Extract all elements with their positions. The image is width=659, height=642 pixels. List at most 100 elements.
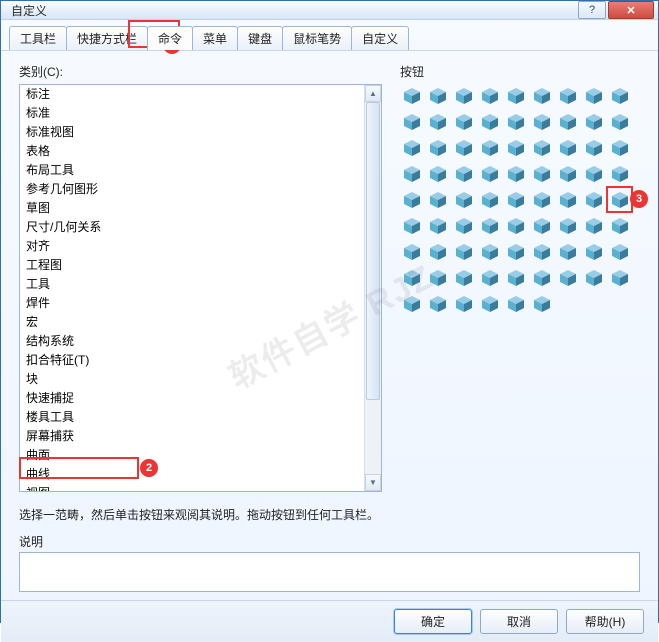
tool-41-icon[interactable] <box>504 188 528 212</box>
tool-48-icon[interactable] <box>452 214 476 238</box>
list-item[interactable]: 参考几何图形 <box>20 180 364 199</box>
tab-4[interactable]: 键盘 <box>237 26 283 50</box>
tool-36-icon[interactable] <box>608 162 632 186</box>
tool-3-icon[interactable] <box>452 84 476 108</box>
tool-22-icon[interactable] <box>478 136 502 160</box>
tool-46-icon[interactable] <box>400 214 424 238</box>
tool-28-icon[interactable] <box>400 162 424 186</box>
tool-23-icon[interactable] <box>504 136 528 160</box>
list-item[interactable]: 快速捕捉 <box>20 389 364 408</box>
tool-5-icon[interactable] <box>504 84 528 108</box>
tool-19-icon[interactable] <box>400 136 424 160</box>
tool-61-icon[interactable] <box>556 240 580 264</box>
tool-26-icon[interactable] <box>582 136 606 160</box>
list-item[interactable]: 标注 <box>20 85 364 104</box>
ok-button[interactable]: 确定 <box>394 609 472 634</box>
list-item[interactable]: 块 <box>20 370 364 389</box>
list-item[interactable]: 标准 <box>20 104 364 123</box>
tab-2[interactable]: 命令 <box>147 26 193 50</box>
scroll-thumb[interactable] <box>366 102 380 400</box>
list-item[interactable]: 视图 <box>20 484 364 491</box>
list-item[interactable]: 扣合特征(T) <box>20 351 364 370</box>
list-item[interactable]: 曲线 <box>20 465 364 484</box>
scroll-down-icon[interactable]: ▼ <box>365 474 381 491</box>
list-item[interactable]: 楼具工具 <box>20 408 364 427</box>
tool-16-icon[interactable] <box>556 110 580 134</box>
tool-7-icon[interactable] <box>556 84 580 108</box>
tool-8-icon[interactable] <box>582 84 606 108</box>
help-button[interactable]: ? <box>578 1 606 19</box>
tool-75-icon[interactable] <box>452 292 476 316</box>
cancel-button[interactable]: 取消 <box>480 609 558 634</box>
tool-35-icon[interactable] <box>582 162 606 186</box>
tool-50-icon[interactable] <box>504 214 528 238</box>
tool-9-icon[interactable] <box>608 84 632 108</box>
tool-24-icon[interactable] <box>530 136 554 160</box>
scrollbar[interactable]: ▲ ▼ <box>364 85 381 491</box>
list-item[interactable]: 标准视图 <box>20 123 364 142</box>
tool-78-icon[interactable] <box>530 292 554 316</box>
tool-20-icon[interactable] <box>426 136 450 160</box>
tool-69-icon[interactable] <box>530 266 554 290</box>
tool-63-icon[interactable] <box>608 240 632 264</box>
list-item[interactable]: 表格 <box>20 142 364 161</box>
list-item[interactable]: 草图 <box>20 199 364 218</box>
list-item[interactable]: 布局工具 <box>20 161 364 180</box>
tool-12-icon[interactable] <box>452 110 476 134</box>
list-item[interactable]: 宏 <box>20 313 364 332</box>
tool-25-icon[interactable] <box>556 136 580 160</box>
tool-51-icon[interactable] <box>530 214 554 238</box>
tool-55-icon[interactable] <box>400 240 424 264</box>
tool-54-icon[interactable] <box>608 214 632 238</box>
tool-52-icon[interactable] <box>556 214 580 238</box>
categories-listbox[interactable]: 标注标准标准视图表格布局工具参考几何图形草图尺寸/几何关系对齐工程图工具焊件宏结… <box>19 84 382 492</box>
list-item[interactable]: 曲面 <box>20 446 364 465</box>
tool-17-icon[interactable] <box>582 110 606 134</box>
tab-6[interactable]: 自定义 <box>351 26 409 50</box>
list-item[interactable]: 工具 <box>20 275 364 294</box>
tool-14-icon[interactable] <box>504 110 528 134</box>
tool-43-icon[interactable] <box>556 188 580 212</box>
tool-21-icon[interactable] <box>452 136 476 160</box>
tool-44-icon[interactable] <box>582 188 606 212</box>
list-item[interactable]: 对齐 <box>20 237 364 256</box>
tool-65-icon[interactable] <box>426 266 450 290</box>
tool-18-icon[interactable] <box>608 110 632 134</box>
tool-72-icon[interactable] <box>608 266 632 290</box>
tool-31-icon[interactable] <box>478 162 502 186</box>
tool-74-icon[interactable] <box>426 292 450 316</box>
scroll-track[interactable] <box>365 102 381 474</box>
tool-47-icon[interactable] <box>426 214 450 238</box>
tab-3[interactable]: 菜单 <box>192 26 238 50</box>
tool-10-icon[interactable] <box>400 110 424 134</box>
tool-29-icon[interactable] <box>426 162 450 186</box>
tool-67-icon[interactable] <box>478 266 502 290</box>
help-footer-button[interactable]: 帮助(H) <box>566 609 644 634</box>
tab-5[interactable]: 鼠标笔势 <box>282 26 352 50</box>
tool-58-icon[interactable] <box>478 240 502 264</box>
tool-59-icon[interactable] <box>504 240 528 264</box>
tool-70-icon[interactable] <box>556 266 580 290</box>
tool-40-icon[interactable] <box>478 188 502 212</box>
tool-11-icon[interactable] <box>426 110 450 134</box>
tool-73-icon[interactable] <box>400 292 424 316</box>
tab-1[interactable]: 快捷方式栏 <box>66 26 148 50</box>
tool-62-icon[interactable] <box>582 240 606 264</box>
scroll-up-icon[interactable]: ▲ <box>365 85 381 102</box>
list-item[interactable]: 焊件 <box>20 294 364 313</box>
tool-30-icon[interactable] <box>452 162 476 186</box>
tool-13-icon[interactable] <box>478 110 502 134</box>
tool-32-icon[interactable] <box>504 162 528 186</box>
tool-77-icon[interactable] <box>504 292 528 316</box>
tool-39-icon[interactable] <box>452 188 476 212</box>
tool-56-icon[interactable] <box>426 240 450 264</box>
list-item[interactable]: 结构系统 <box>20 332 364 351</box>
tool-57-icon[interactable] <box>452 240 476 264</box>
tool-37-icon[interactable] <box>400 188 424 212</box>
list-item[interactable]: 屏幕捕获 <box>20 427 364 446</box>
tool-27-icon[interactable] <box>608 136 632 160</box>
tool-6-icon[interactable] <box>530 84 554 108</box>
tool-60-icon[interactable] <box>530 240 554 264</box>
tool-15-icon[interactable] <box>530 110 554 134</box>
list-item[interactable]: 尺寸/几何关系 <box>20 218 364 237</box>
